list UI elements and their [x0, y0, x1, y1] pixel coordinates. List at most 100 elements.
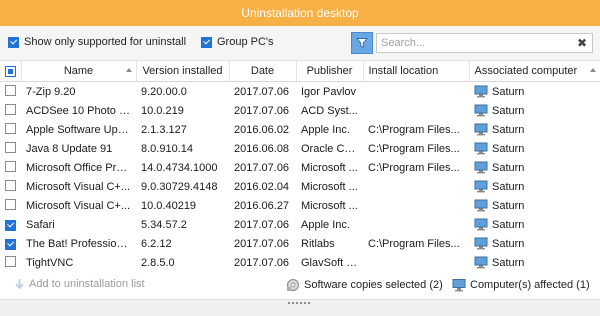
table-row[interactable]: 7-Zip 9.20 9.20.00.0 2017.07.06 Igor Pavlov…	[0, 82, 600, 102]
table-row[interactable]: Safari 5.34.57.2 2017.07.06 Apple Inc. Satur…	[0, 215, 600, 234]
group-pcs-label: Group PC's	[217, 36, 274, 48]
column-header-name[interactable]: Name	[21, 61, 137, 82]
row-checkbox[interactable]	[5, 103, 16, 115]
select-all-checkbox[interactable]	[5, 66, 16, 77]
window-title: Uninstallation desktop	[241, 6, 359, 20]
search-input[interactable]	[377, 34, 575, 52]
row-checkbox[interactable]	[5, 179, 16, 191]
cell-computer: Saturn	[469, 177, 600, 196]
cell-date: 2017.07.06	[234, 85, 290, 98]
cell-version: 6.2.12	[141, 237, 172, 250]
group-pcs-option[interactable]: Group PC's	[201, 36, 274, 48]
computer-cell-content: Saturn	[474, 104, 595, 117]
cell-publisher: Apple Inc.	[301, 218, 350, 231]
cell-name: 7-Zip 9.20	[26, 85, 76, 98]
row-select-cell[interactable]	[0, 177, 21, 196]
column-header-install-location[interactable]: Install location	[363, 61, 470, 82]
computer-icon	[474, 237, 488, 250]
column-header-version[interactable]: Version installed	[136, 61, 230, 82]
table-row[interactable]: The Bat! Profession... 6.2.12 2017.07.06 Ri…	[0, 234, 600, 253]
cell-version: 5.34.57.2	[141, 218, 187, 231]
cell-version: 9.0.30729.4148	[141, 180, 218, 193]
computer-icon	[474, 161, 488, 174]
cell-publisher: Apple Inc.	[301, 123, 350, 136]
table-row[interactable]: Java 8 Update 91 8.0.910.14 2016.06.08 Orac…	[0, 139, 600, 158]
sort-ascending-icon	[589, 68, 596, 72]
filter-icon	[356, 38, 368, 49]
computer-cell-content: Saturn	[474, 180, 595, 193]
computer-cell-content: Saturn	[474, 142, 595, 155]
table-body: 7-Zip 9.20 9.20.00.0 2017.07.06 Igor Pavlov…	[0, 82, 600, 273]
table-row[interactable]: Microsoft Visual C+... 9.0.30729.4148 2016…	[0, 177, 600, 196]
table-row[interactable]: Apple Software Upd... 2.1.3.127 2016.06.02…	[0, 120, 600, 139]
cell-name: Java 8 Update 91	[26, 142, 113, 155]
row-checkbox[interactable]	[5, 219, 16, 231]
computer-cell-content: Saturn	[474, 256, 595, 269]
row-select-cell[interactable]	[0, 139, 21, 158]
add-to-uninstall-button[interactable]: Add to uninstallation list	[14, 278, 145, 290]
row-select-cell[interactable]	[0, 158, 21, 177]
column-header-date[interactable]: Date	[229, 61, 297, 82]
search-box[interactable]: ✖	[376, 33, 593, 53]
table-row[interactable]: TightVNC 2.8.5.0 2017.07.06 GlavSoft L... Sa…	[0, 253, 600, 272]
computers-affected[interactable]: Computer(s) affected (1)	[452, 278, 590, 292]
cell-publisher: Microsoft ...	[301, 161, 358, 174]
row-select-cell[interactable]	[0, 215, 21, 234]
row-select-cell[interactable]	[0, 120, 21, 139]
cell-date: 2016.06.27	[234, 199, 290, 212]
cell-version: 9.20.00.0	[141, 85, 187, 98]
row-select-cell[interactable]	[0, 234, 21, 253]
computer-name: Saturn	[492, 218, 525, 231]
cell-computer: Saturn	[469, 196, 600, 215]
cell-computer: Saturn	[469, 82, 600, 102]
cell-location	[363, 196, 469, 215]
add-to-uninstall-label: Add to uninstallation list	[29, 278, 145, 290]
computer-name: Saturn	[492, 199, 525, 212]
cell-date: 2016.06.02	[234, 123, 290, 136]
show-supported-option[interactable]: Show only supported for uninstall	[8, 36, 186, 48]
software-disc-icon	[287, 279, 299, 291]
computer-name: Saturn	[492, 161, 525, 174]
resize-grip-icon[interactable]	[288, 302, 310, 304]
resize-bar[interactable]	[0, 299, 600, 316]
row-checkbox[interactable]	[5, 255, 16, 267]
column-header-publisher[interactable]: Publisher	[296, 61, 364, 82]
row-select-cell[interactable]	[0, 253, 21, 272]
clear-search-icon[interactable]: ✖	[577, 36, 587, 50]
cell-date: 2017.07.06	[234, 237, 290, 250]
select-all-header[interactable]	[0, 61, 22, 82]
cell-location: C:\Program Files...	[368, 123, 460, 136]
computer-icon	[452, 279, 466, 292]
row-select-cell[interactable]	[0, 82, 21, 102]
show-supported-label: Show only supported for uninstall	[24, 36, 187, 48]
row-checkbox[interactable]	[5, 238, 16, 250]
software-copies-selected[interactable]: Software copies selected (2)	[286, 278, 443, 292]
group-pcs-checkbox[interactable]	[201, 36, 212, 48]
cell-name: Microsoft Visual C+...	[26, 180, 131, 193]
row-checkbox[interactable]	[5, 160, 16, 172]
row-select-cell[interactable]	[0, 101, 21, 120]
cell-computer: Saturn	[469, 215, 600, 234]
filter-button[interactable]	[351, 32, 373, 54]
computer-name: Saturn	[492, 142, 525, 155]
row-checkbox[interactable]	[5, 122, 16, 134]
cell-location: C:\Program Files...	[368, 237, 460, 250]
cell-computer: Saturn	[469, 101, 600, 120]
computer-name: Saturn	[492, 104, 525, 117]
cell-publisher: Ritlabs	[301, 237, 335, 250]
cell-computer: Saturn	[469, 158, 600, 177]
row-checkbox[interactable]	[5, 198, 16, 210]
sort-ascending-icon	[125, 68, 132, 72]
table-row[interactable]: Microsoft Visual C+... 10.0.40219 2016.06.…	[0, 196, 600, 215]
column-header-associated-computer[interactable]: Associated computer	[469, 61, 600, 82]
row-select-cell[interactable]	[0, 196, 21, 215]
row-checkbox[interactable]	[5, 141, 16, 153]
row-checkbox[interactable]	[5, 84, 16, 96]
computer-icon	[474, 123, 488, 136]
table-row[interactable]: Microsoft Office Pro... 14.0.4734.1000 201…	[0, 158, 600, 177]
table-row[interactable]: ACDSee 10 Photo M... 10.0.219 2017.07.06 AC…	[0, 101, 600, 120]
computer-icon	[474, 180, 488, 193]
show-supported-checkbox[interactable]	[8, 36, 19, 48]
cell-location	[363, 82, 469, 102]
cell-version: 10.0.219	[141, 104, 184, 117]
